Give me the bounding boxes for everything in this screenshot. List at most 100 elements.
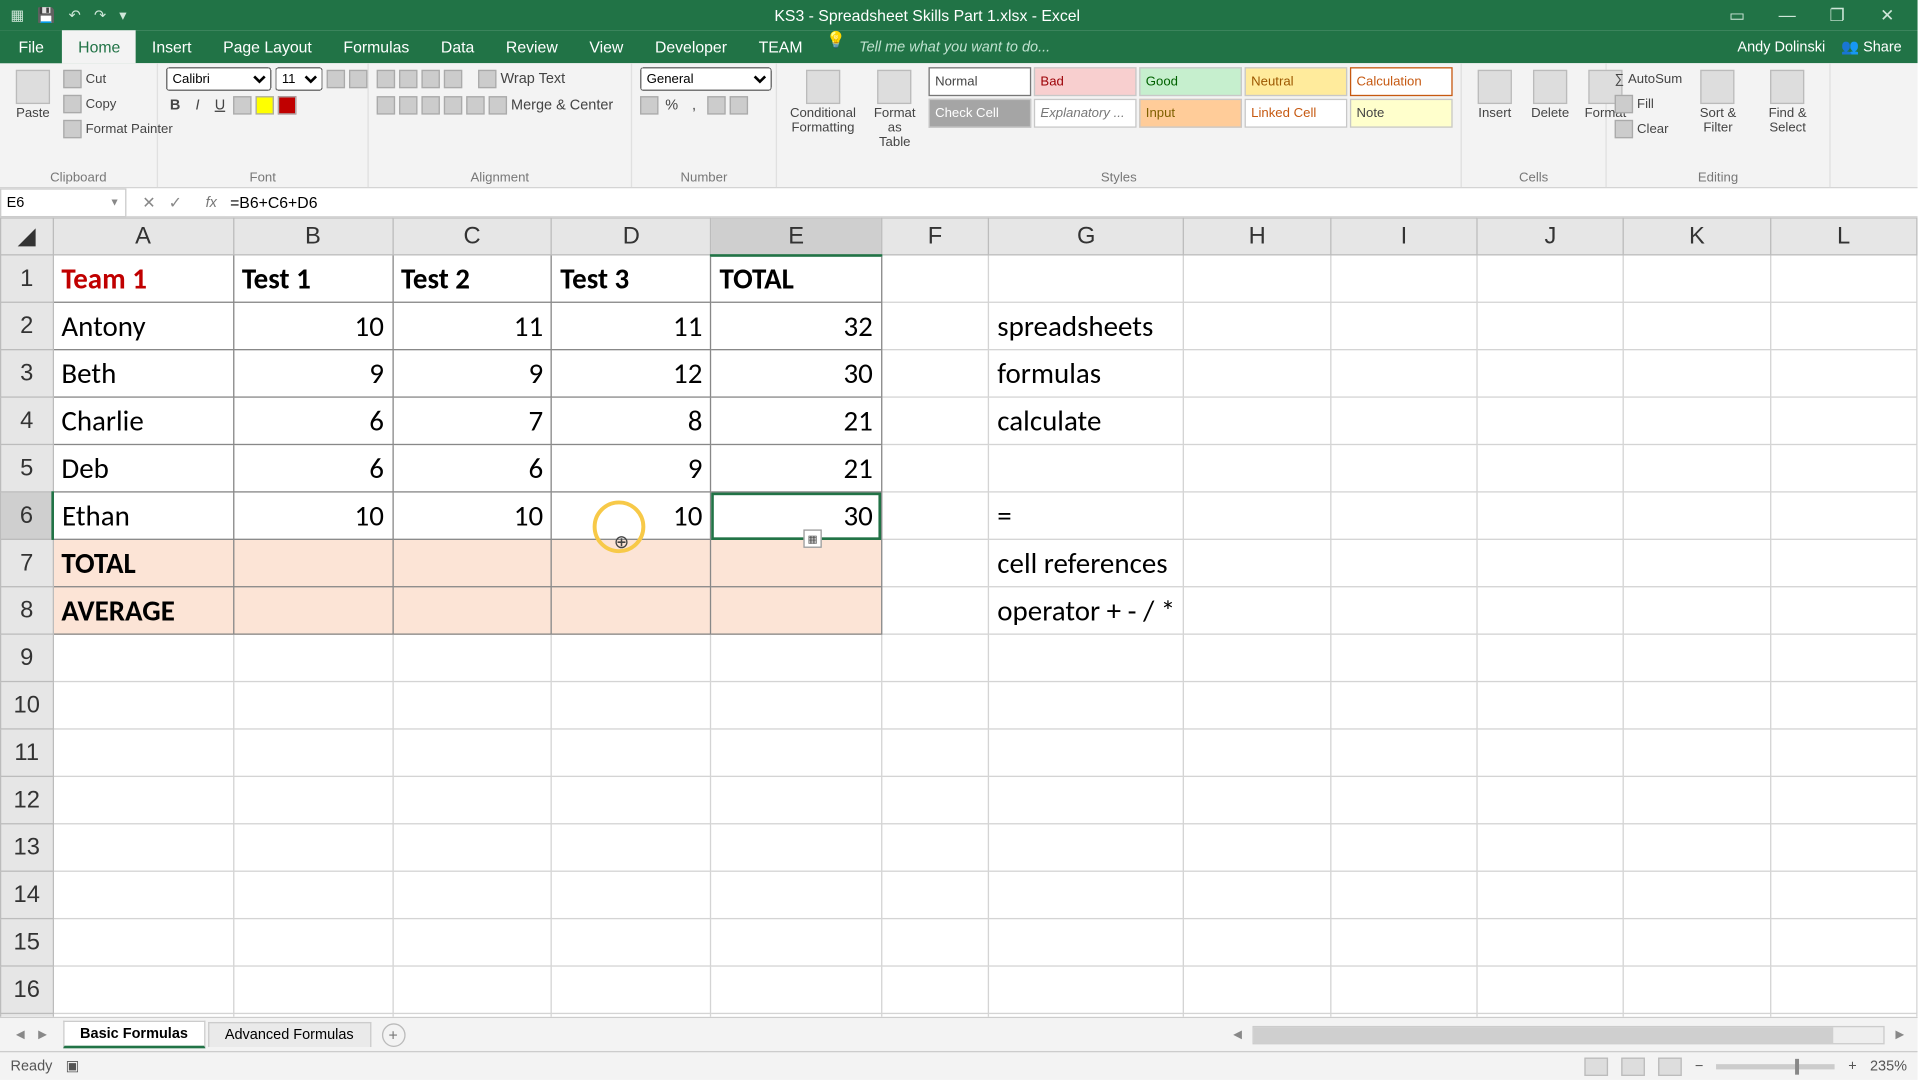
tab-team[interactable]: TEAM xyxy=(743,30,819,63)
cell-G12[interactable] xyxy=(989,776,1184,823)
row-header[interactable]: 9 xyxy=(1,634,53,681)
row-header[interactable]: 11 xyxy=(1,729,53,776)
cell-J17[interactable] xyxy=(1477,1013,1624,1016)
cell-L17[interactable] xyxy=(1770,1013,1917,1016)
col-header-e[interactable]: E xyxy=(711,218,881,255)
row-header[interactable]: 17 xyxy=(1,1013,53,1016)
cell-J6[interactable] xyxy=(1477,492,1624,539)
cell-D17[interactable] xyxy=(552,1013,711,1016)
cell-J11[interactable] xyxy=(1477,729,1624,776)
row-header[interactable]: 14 xyxy=(1,871,53,918)
format-as-table-button[interactable]: Format as Table xyxy=(866,67,923,153)
cell-D14[interactable] xyxy=(552,871,711,918)
cell-L15[interactable] xyxy=(1770,919,1917,966)
cell-J7[interactable] xyxy=(1477,539,1624,586)
cell-E17[interactable] xyxy=(711,1013,881,1016)
cell-D13[interactable] xyxy=(552,824,711,871)
cell-K13[interactable] xyxy=(1624,824,1771,871)
cell-D2[interactable]: 11 xyxy=(552,302,711,349)
cell-C5[interactable]: 6 xyxy=(392,444,551,491)
cell-B1[interactable]: Test 1 xyxy=(233,255,392,302)
cell-E11[interactable] xyxy=(711,729,881,776)
cell-F8[interactable] xyxy=(881,587,988,634)
row-header[interactable]: 1 xyxy=(1,255,53,302)
cell-C1[interactable]: Test 2 xyxy=(392,255,551,302)
cell-L5[interactable] xyxy=(1770,444,1917,491)
cell-D16[interactable] xyxy=(552,966,711,1013)
wrap-text-button[interactable]: Wrap Text xyxy=(500,71,565,87)
select-all-corner[interactable]: ◢ xyxy=(1,218,53,255)
cell-G4[interactable]: calculate xyxy=(989,397,1184,444)
cell-J9[interactable] xyxy=(1477,634,1624,681)
style-note[interactable]: Note xyxy=(1350,99,1453,128)
cell-J10[interactable] xyxy=(1477,682,1624,729)
cell-C8[interactable] xyxy=(392,587,551,634)
cell-B11[interactable] xyxy=(233,729,392,776)
cell-I9[interactable] xyxy=(1331,634,1478,681)
cell-K3[interactable] xyxy=(1624,350,1771,397)
style-explanatory[interactable]: Explanatory ... xyxy=(1034,99,1137,128)
cell-H7[interactable] xyxy=(1184,539,1331,586)
cell-G11[interactable] xyxy=(989,729,1184,776)
cell-K10[interactable] xyxy=(1624,682,1771,729)
cell-F17[interactable] xyxy=(881,1013,988,1016)
cell-L3[interactable] xyxy=(1770,350,1917,397)
cell-D4[interactable]: 8 xyxy=(552,397,711,444)
cell-K17[interactable] xyxy=(1624,1013,1771,1016)
cell-A1[interactable]: Team 1 xyxy=(53,255,233,302)
cell-E12[interactable] xyxy=(711,776,881,823)
row-header[interactable]: 10 xyxy=(1,682,53,729)
view-page-break-icon[interactable] xyxy=(1658,1057,1682,1075)
cell-A7[interactable]: TOTAL xyxy=(53,539,233,586)
font-name-select[interactable]: Calibri xyxy=(166,67,271,91)
cell-A17[interactable] xyxy=(53,1013,233,1016)
cell-F11[interactable] xyxy=(881,729,988,776)
cell-A15[interactable] xyxy=(53,919,233,966)
sheet-nav-prev-icon[interactable]: ◄ xyxy=(13,1027,27,1043)
cell-D15[interactable] xyxy=(552,919,711,966)
cell-A10[interactable] xyxy=(53,682,233,729)
cell-K16[interactable] xyxy=(1624,966,1771,1013)
cell-K2[interactable] xyxy=(1624,302,1771,349)
enter-formula-icon[interactable]: ✓ xyxy=(169,193,182,211)
cell-G15[interactable] xyxy=(989,919,1184,966)
cell-B5[interactable]: 6 xyxy=(233,444,392,491)
cut-button[interactable]: Cut xyxy=(63,67,172,91)
cell-E14[interactable] xyxy=(711,871,881,918)
find-select-button[interactable]: Find & Select xyxy=(1754,67,1822,138)
italic-button[interactable]: I xyxy=(188,97,206,113)
cell-G14[interactable] xyxy=(989,871,1184,918)
delete-cells-button[interactable]: Delete xyxy=(1525,67,1575,124)
cell-J12[interactable] xyxy=(1477,776,1624,823)
sheet-tab-basic[interactable]: Basic Formulas xyxy=(63,1021,205,1049)
cell-K14[interactable] xyxy=(1624,871,1771,918)
cell-C7[interactable] xyxy=(392,539,551,586)
style-calculation[interactable]: Calculation xyxy=(1350,67,1453,96)
bold-button[interactable]: B xyxy=(166,97,184,113)
cell-F12[interactable] xyxy=(881,776,988,823)
cell-D10[interactable] xyxy=(552,682,711,729)
cell-E5[interactable]: 21 xyxy=(711,444,881,491)
cell-L12[interactable] xyxy=(1770,776,1917,823)
insert-cells-button[interactable]: Insert xyxy=(1470,67,1520,124)
view-page-layout-icon[interactable] xyxy=(1621,1057,1645,1075)
currency-icon[interactable] xyxy=(640,96,658,114)
cell-I16[interactable] xyxy=(1331,966,1478,1013)
tab-insert[interactable]: Insert xyxy=(136,30,207,63)
cell-C17[interactable] xyxy=(392,1013,551,1016)
font-color-button[interactable] xyxy=(278,96,296,114)
cell-L14[interactable] xyxy=(1770,871,1917,918)
cell-G1[interactable] xyxy=(989,255,1184,302)
cell-K6[interactable] xyxy=(1624,492,1771,539)
cell-C9[interactable] xyxy=(392,634,551,681)
cell-B6[interactable]: 10 xyxy=(233,492,392,539)
cell-F2[interactable] xyxy=(881,302,988,349)
maximize-icon[interactable]: ❐ xyxy=(1817,5,1857,26)
clear-button[interactable]: Clear xyxy=(1615,117,1683,141)
cell-H3[interactable] xyxy=(1184,350,1331,397)
cell-H1[interactable] xyxy=(1184,255,1331,302)
ribbon-display-icon[interactable]: ▭ xyxy=(1717,5,1757,26)
cell-D7[interactable] xyxy=(552,539,711,586)
cell-H9[interactable] xyxy=(1184,634,1331,681)
zoom-out-icon[interactable]: − xyxy=(1695,1058,1703,1074)
